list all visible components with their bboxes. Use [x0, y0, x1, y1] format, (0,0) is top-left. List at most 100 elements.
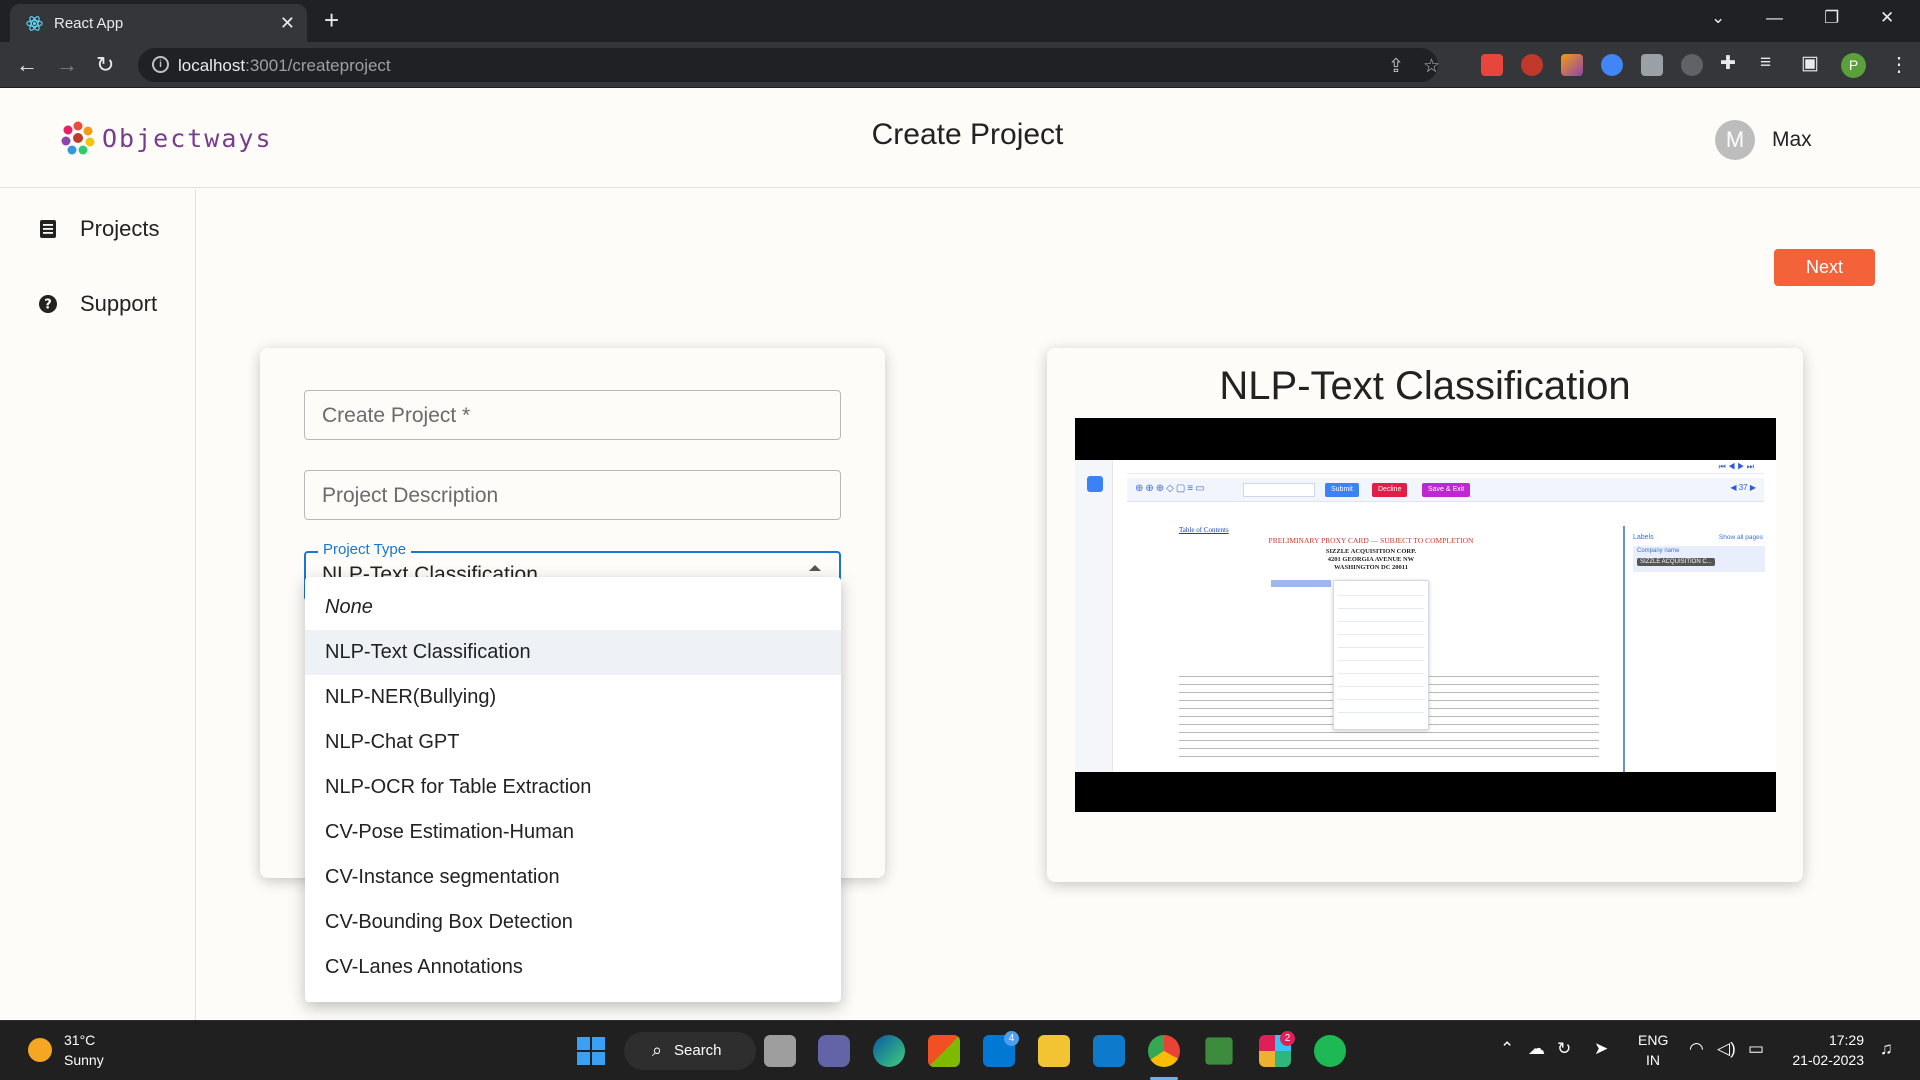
company-label-box: Company name SIZZLE ACQUISITION C...	[1633, 546, 1765, 572]
menu-item-cv-pose-estimation-human[interactable]: CV-Pose Estimation-Human	[305, 810, 841, 855]
preview-submit-button: Submit	[1325, 483, 1359, 497]
preview-document: Table of Contents PRELIMINARY PROXY CARD…	[1133, 526, 1609, 772]
volume-icon[interactable]: ◁)	[1717, 1039, 1736, 1059]
sync-icon[interactable]: ↻	[1557, 1039, 1571, 1059]
menu-item-nlp-ner-bullying[interactable]: NLP-NER(Bullying)	[305, 675, 841, 720]
project-name-field[interactable]: Create Project *	[304, 390, 841, 440]
reload-icon[interactable]: ↻	[96, 52, 114, 78]
restore-icon[interactable]: ❐	[1824, 8, 1839, 28]
zoom-tools-icon: ⊕⊕⊕◇▢≡▭	[1135, 483, 1207, 494]
weather-temperature[interactable]: 31°C	[64, 1032, 95, 1048]
onedrive-icon[interactable]: ☁	[1528, 1039, 1545, 1059]
browser-tab[interactable]: React App ✕	[10, 4, 307, 42]
company-chip: SIZZLE ACQUISITION C...	[1637, 558, 1715, 566]
preview-card: NLP-Text Classification ⏮ ◀ ▶ ⏭ ⊕⊕⊕◇▢≡▭ …	[1047, 348, 1803, 882]
browser-profile-avatar[interactable]: P	[1841, 53, 1866, 78]
preview-search-box	[1243, 483, 1315, 497]
project-description-field[interactable]: Project Description	[304, 470, 841, 520]
preview-video[interactable]: ⏮ ◀ ▶ ⏭ ⊕⊕⊕◇▢≡▭ Submit Decline Save & Ex…	[1075, 418, 1776, 812]
address-bar[interactable]: i localhost:3001/createproject ⇪ ☆	[138, 48, 1440, 82]
preview-topbar: ⏮ ◀ ▶ ⏭	[1127, 460, 1764, 474]
clock-time[interactable]: 17:29	[1784, 1032, 1864, 1048]
taskbar-search[interactable]: ⌕ Search	[624, 1032, 756, 1070]
notification-bell-icon[interactable]: ♫	[1880, 1039, 1893, 1059]
sidebar-item-label: Projects	[80, 216, 160, 241]
store-icon[interactable]	[928, 1035, 960, 1067]
label-popup	[1333, 580, 1429, 730]
label-popup-list	[1338, 595, 1424, 725]
menu-item-nlp-ocr-table-extraction[interactable]: NLP-OCR for Table Extraction	[305, 765, 841, 810]
list-icon	[40, 220, 56, 238]
preview-save-exit-button: Save & Exit	[1422, 483, 1471, 497]
menu-item-cv-lanes-annotations[interactable]: CV-Lanes Annotations	[305, 945, 841, 990]
menu-item-cv-bounding-box-detection[interactable]: CV-Bounding Box Detection	[305, 900, 841, 945]
extension-pen-icon[interactable]	[1561, 54, 1583, 76]
menu-item-none[interactable]: None	[305, 585, 841, 630]
avatar[interactable]: M	[1715, 120, 1755, 160]
language-secondary[interactable]: IN	[1638, 1052, 1668, 1068]
extension-robot-icon[interactable]	[1681, 54, 1703, 76]
share-icon[interactable]: ⇪	[1388, 55, 1404, 78]
new-tab-button[interactable]: +	[324, 5, 339, 36]
vscode-icon[interactable]	[1093, 1035, 1125, 1067]
slack-icon[interactable]: 2	[1259, 1031, 1295, 1067]
menu-item-nlp-chat-gpt[interactable]: NLP-Chat GPT	[305, 720, 841, 765]
slack-badge: 2	[1280, 1031, 1295, 1046]
project-type-menu: None NLP-Text Classification NLP-NER(Bul…	[305, 577, 841, 1002]
extension-record-icon[interactable]	[1481, 54, 1503, 76]
preview-decline-button: Decline	[1372, 483, 1408, 497]
sidebar-item-support[interactable]: ? Support	[38, 291, 157, 317]
extension-google-icon[interactable]	[1601, 54, 1623, 76]
battery-icon[interactable]: ▭	[1748, 1039, 1764, 1059]
chrome-icon[interactable]	[1148, 1035, 1180, 1067]
extension-eye-icon[interactable]	[1521, 54, 1543, 76]
edge-icon[interactable]	[873, 1035, 905, 1067]
browser-tab-strip: React App ✕ + ⌄ — ❐ ✕	[0, 0, 1920, 42]
tab-search-icon[interactable]: ⌄	[1711, 8, 1725, 28]
menu-item-cv-instance-segmentation[interactable]: CV-Instance segmentation	[305, 855, 841, 900]
page-nav-icon: ◀ 37 ▶	[1730, 483, 1756, 492]
forward-icon[interactable]: →	[56, 52, 78, 78]
file-explorer-icon[interactable]	[1038, 1035, 1070, 1067]
doc-heading: PRELIMINARY PROXY CARD — SUBJECT TO COMP…	[1268, 536, 1474, 545]
menu-item-nlp-text-classification[interactable]: NLP-Text Classification	[305, 630, 841, 675]
bookmark-star-icon[interactable]: ☆	[1423, 55, 1440, 78]
window-close-icon[interactable]: ✕	[1880, 8, 1894, 28]
svg-text:?: ?	[44, 298, 52, 313]
task-view-icon[interactable]	[764, 1035, 796, 1067]
windows-start-icon[interactable]	[575, 1035, 607, 1067]
weather-sun-icon[interactable]	[28, 1038, 52, 1062]
side-panel-icon[interactable]: ▣	[1801, 52, 1819, 75]
sidebar-item-projects[interactable]: Projects	[38, 216, 159, 242]
tab-close-icon[interactable]: ✕	[280, 13, 295, 34]
preview-screenshot: ⏮ ◀ ▶ ⏭ ⊕⊕⊕◇▢≡▭ Submit Decline Save & Ex…	[1075, 460, 1776, 772]
show-all-pages-link: Show all pages	[1718, 534, 1763, 541]
location-icon[interactable]: ➤	[1594, 1039, 1608, 1059]
browser-menu-icon[interactable]: ⋮	[1889, 52, 1909, 77]
project-name-placeholder: Create Project *	[322, 404, 471, 427]
minimize-icon[interactable]: —	[1766, 8, 1783, 28]
doc-address-2: WASHINGTON DC 20011	[1334, 564, 1408, 571]
wifi-icon[interactable]: ◠	[1689, 1039, 1704, 1059]
spotify-icon[interactable]	[1314, 1035, 1346, 1067]
next-button[interactable]: Next	[1774, 249, 1875, 286]
reading-list-icon[interactable]: ≡	[1760, 52, 1771, 74]
nodejs-icon[interactable]	[1205, 1037, 1233, 1065]
doc-toc-link: Table of Contents	[1179, 526, 1229, 534]
mail-icon[interactable]: 4	[983, 1031, 1019, 1067]
doc-company: SIZZLE ACQUISITION CORP.	[1325, 548, 1417, 555]
teams-chat-icon[interactable]	[818, 1035, 850, 1067]
language-primary[interactable]: ENG	[1638, 1032, 1668, 1048]
labels-heading: Labels	[1633, 534, 1654, 541]
project-description-placeholder: Project Description	[322, 484, 499, 507]
chevron-up-icon[interactable]: ⌃	[1500, 1039, 1514, 1059]
back-icon[interactable]: ←	[16, 52, 38, 78]
extension-camera-icon[interactable]	[1641, 54, 1663, 76]
weather-description[interactable]: Sunny	[64, 1052, 104, 1068]
site-info-icon[interactable]: i	[152, 56, 169, 73]
extensions-puzzle-icon[interactable]: ✚	[1720, 52, 1736, 75]
clock-date[interactable]: 21-02-2023	[1784, 1052, 1864, 1068]
user-name[interactable]: Max	[1772, 128, 1812, 152]
tasks-icon	[1087, 476, 1103, 492]
preview-rail	[1075, 460, 1113, 772]
